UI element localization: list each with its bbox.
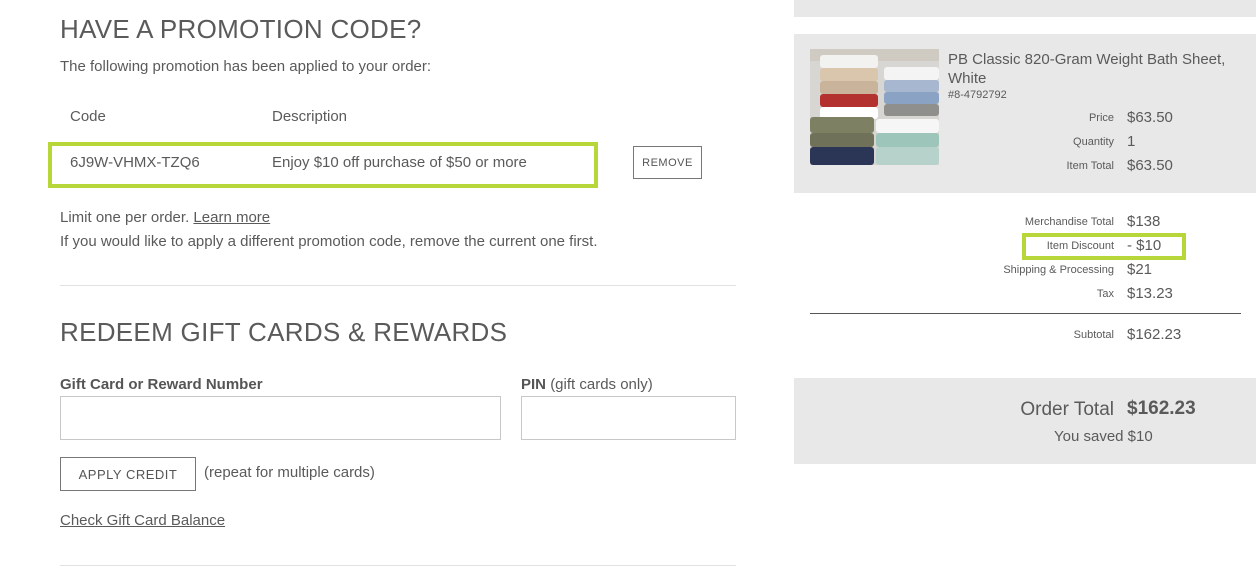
order-total-panel: [794, 378, 1256, 464]
shipping-label: Shipping & Processing: [1003, 264, 1114, 276]
check-balance-link[interactable]: Check Gift Card Balance: [60, 512, 225, 529]
quantity-label: Quantity: [1073, 136, 1114, 148]
promo-code-value: 6J9W-VHMX-TZQ6: [70, 154, 200, 171]
product-name[interactable]: PB Classic 820-Gram Weight Bath Sheet, W…: [948, 50, 1248, 88]
price-value: $63.50: [1127, 109, 1173, 126]
bottom-divider: [60, 565, 736, 566]
promo-col-code: Code: [70, 108, 106, 125]
gift-card-label: Gift Card or Reward Number: [60, 376, 263, 393]
order-total-label: Order Total: [1020, 399, 1114, 420]
subtotal-divider: [810, 313, 1241, 314]
section-divider: [60, 285, 736, 286]
promo-limit-text: Limit one per order.: [60, 209, 190, 226]
remove-promo-button[interactable]: REMOVE: [633, 146, 702, 179]
tax-value: $13.23: [1127, 285, 1173, 302]
order-total-value: $162.23: [1127, 398, 1196, 419]
item-total-value: $63.50: [1127, 157, 1173, 174]
item-discount-label: Item Discount: [1046, 240, 1114, 252]
promo-description-value: Enjoy $10 off purchase of $50 or more: [272, 154, 527, 171]
promo-applied-text: The following promotion has been applied…: [60, 58, 432, 75]
promo-limit-line: Limit one per order. Learn more: [60, 209, 270, 226]
tax-label: Tax: [1096, 288, 1114, 300]
repeat-note: (repeat for multiple cards): [204, 464, 375, 481]
item-discount-value: - $10: [1127, 237, 1162, 254]
promo-note: If you would like to apply a different p…: [60, 233, 598, 250]
saved-text: You saved $10: [1054, 428, 1153, 445]
subtotal-label: Subtotal: [1073, 329, 1114, 341]
subtotal-value: $162.23: [1127, 326, 1182, 343]
shipping-value: $21: [1127, 261, 1153, 278]
apply-credit-button[interactable]: APPLY CREDIT: [60, 457, 196, 491]
pin-label-group: PIN (gift cards only): [521, 376, 653, 393]
product-sku: #8-4792792: [948, 89, 1007, 101]
item-total-label: Item Total: [1066, 160, 1115, 172]
price-label: Price: [1088, 112, 1114, 124]
quantity-value: 1: [1127, 133, 1136, 150]
learn-more-link[interactable]: Learn more: [193, 209, 270, 226]
merch-total-label: Merchandise Total: [1024, 216, 1114, 228]
pin-input[interactable]: [521, 396, 736, 440]
merch-total-value: $138: [1127, 213, 1161, 230]
gift-heading: REDEEM GIFT CARDS & REWARDS: [60, 317, 508, 347]
summary-top-strip: [794, 0, 1256, 17]
gift-card-input[interactable]: [60, 396, 501, 440]
promo-heading: HAVE A PROMOTION CODE?: [60, 14, 422, 44]
pin-sublabel: (gift cards only): [550, 376, 653, 393]
promo-col-description: Description: [272, 108, 348, 125]
pin-label: PIN: [521, 376, 547, 393]
